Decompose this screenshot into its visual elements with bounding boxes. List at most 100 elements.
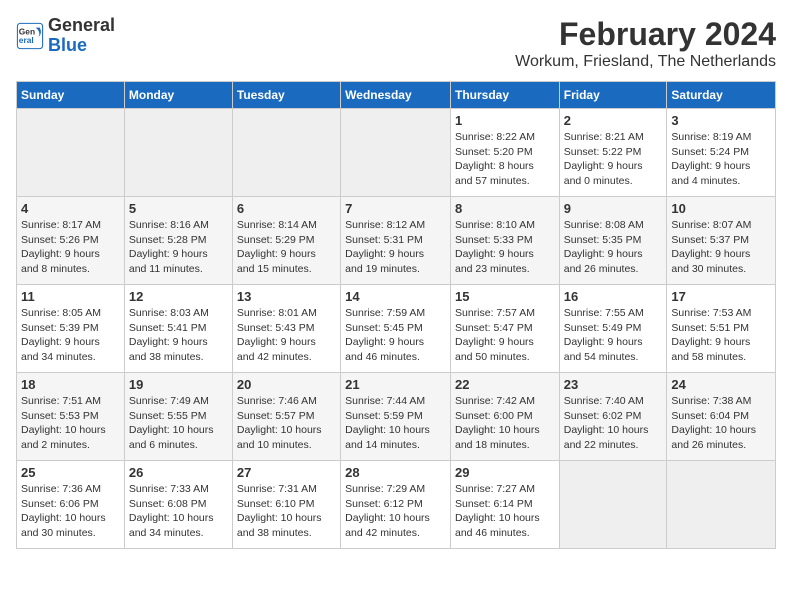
logo-line1: General (48, 16, 115, 36)
day-info: Sunrise: 8:22 AMSunset: 5:20 PMDaylight:… (455, 130, 555, 189)
day-of-week-header: Wednesday (341, 82, 451, 109)
day-number: 2 (564, 113, 663, 128)
day-number: 20 (237, 377, 336, 392)
calendar-table: SundayMondayTuesdayWednesdayThursdayFrid… (16, 81, 776, 549)
calendar-cell: 25 Sunrise: 7:36 AMSunset: 6:06 PMDayligh… (17, 461, 125, 549)
day-of-week-header: Sunday (17, 82, 125, 109)
day-number: 23 (564, 377, 663, 392)
day-info: Sunrise: 7:33 AMSunset: 6:08 PMDaylight:… (129, 482, 228, 541)
day-info: Sunrise: 8:10 AMSunset: 5:33 PMDaylight:… (455, 218, 555, 277)
logo-line2: Blue (48, 36, 115, 56)
day-info: Sunrise: 7:57 AMSunset: 5:47 PMDaylight:… (455, 306, 555, 365)
calendar-cell: 19Sunrise: 7:49 AMSunset: 5:55 PMDayligh… (124, 373, 232, 461)
day-of-week-header: Thursday (450, 82, 559, 109)
calendar-cell: 11 Sunrise: 8:05 AMSunset: 5:39 PMDayligh… (17, 285, 125, 373)
day-number: 26 (129, 465, 228, 480)
day-info: Sunrise: 7:44 AMSunset: 5:59 PMDaylight:… (345, 394, 446, 453)
day-number: 24 (671, 377, 771, 392)
calendar-cell (17, 109, 125, 197)
day-number: 5 (129, 201, 228, 216)
day-info: Sunrise: 7:59 AMSunset: 5:45 PMDaylight:… (345, 306, 446, 365)
day-info: Sunrise: 8:01 AMSunset: 5:43 PMDaylight:… (237, 306, 336, 365)
day-info: Sunrise: 7:38 AMSunset: 6:04 PMDaylight:… (671, 394, 771, 453)
day-info: Sunrise: 7:53 AMSunset: 5:51 PMDaylight:… (671, 306, 771, 365)
day-info: Sunrise: 8:03 AMSunset: 5:41 PMDaylight:… (129, 306, 228, 365)
calendar-week-row: 18Sunrise: 7:51 AMSunset: 5:53 PMDayligh… (17, 373, 776, 461)
calendar-cell: 2Sunrise: 8:21 AMSunset: 5:22 PMDaylight… (559, 109, 667, 197)
day-number: 3 (671, 113, 771, 128)
calendar-cell: 21Sunrise: 7:44 AMSunset: 5:59 PMDayligh… (341, 373, 451, 461)
day-info: Sunrise: 8:19 AMSunset: 5:24 PMDaylight:… (671, 130, 771, 189)
day-info: Sunrise: 7:29 AMSunset: 6:12 PMDaylight:… (345, 482, 446, 541)
day-info: Sunrise: 8:08 AMSunset: 5:35 PMDaylight:… (564, 218, 663, 277)
day-info: Sunrise: 8:16 AMSunset: 5:28 PMDaylight:… (129, 218, 228, 277)
calendar-cell: 16 Sunrise: 7:55 AMSunset: 5:49 PMDayligh… (559, 285, 667, 373)
calendar-cell: 7 Sunrise: 8:12 AMSunset: 5:31 PMDaylight… (341, 197, 451, 285)
month-title: February 2024 (515, 16, 776, 53)
day-info: Sunrise: 8:07 AMSunset: 5:37 PMDaylight:… (671, 218, 771, 277)
calendar-cell (667, 461, 776, 549)
day-info: Sunrise: 7:42 AMSunset: 6:00 PMDaylight:… (455, 394, 555, 453)
day-number: 22 (455, 377, 555, 392)
day-info: Sunrise: 7:31 AMSunset: 6:10 PMDaylight:… (237, 482, 336, 541)
calendar-cell (559, 461, 667, 549)
day-number: 17 (671, 289, 771, 304)
day-info: Sunrise: 7:40 AMSunset: 6:02 PMDaylight:… (564, 394, 663, 453)
calendar-cell: 10 Sunrise: 8:07 AMSunset: 5:37 PMDayligh… (667, 197, 776, 285)
page-header: Gen eral General Blue February 2024 Work… (16, 16, 776, 71)
day-info: Sunrise: 7:27 AMSunset: 6:14 PMDaylight:… (455, 482, 555, 541)
day-number: 4 (21, 201, 120, 216)
calendar-cell: 28 Sunrise: 7:29 AMSunset: 6:12 PMDayligh… (341, 461, 451, 549)
day-number: 14 (345, 289, 446, 304)
calendar-cell: 18Sunrise: 7:51 AMSunset: 5:53 PMDayligh… (17, 373, 125, 461)
day-number: 6 (237, 201, 336, 216)
day-info: Sunrise: 7:55 AMSunset: 5:49 PMDaylight:… (564, 306, 663, 365)
calendar-week-row: 4 Sunrise: 8:17 AMSunset: 5:26 PMDaylight… (17, 197, 776, 285)
svg-text:eral: eral (19, 35, 34, 45)
day-info: Sunrise: 8:05 AMSunset: 5:39 PMDaylight:… (21, 306, 120, 365)
calendar-cell: 24 Sunrise: 7:38 AMSunset: 6:04 PMDayligh… (667, 373, 776, 461)
day-number: 9 (564, 201, 663, 216)
calendar-cell: 20 Sunrise: 7:46 AMSunset: 5:57 PMDayligh… (232, 373, 340, 461)
title-area: February 2024 Workum, Friesland, The Net… (515, 16, 776, 71)
day-number: 10 (671, 201, 771, 216)
day-number: 1 (455, 113, 555, 128)
calendar-cell: 14 Sunrise: 7:59 AMSunset: 5:45 PMDayligh… (341, 285, 451, 373)
day-info: Sunrise: 8:14 AMSunset: 5:29 PMDaylight:… (237, 218, 336, 277)
day-number: 8 (455, 201, 555, 216)
calendar-cell: 22 Sunrise: 7:42 AMSunset: 6:00 PMDayligh… (450, 373, 559, 461)
day-number: 7 (345, 201, 446, 216)
logo-icon: Gen eral (16, 22, 44, 50)
calendar-week-row: 1 Sunrise: 8:22 AMSunset: 5:20 PMDaylight… (17, 109, 776, 197)
day-info: Sunrise: 8:17 AMSunset: 5:26 PMDaylight:… (21, 218, 120, 277)
location-subtitle: Workum, Friesland, The Netherlands (515, 53, 776, 71)
day-number: 11 (21, 289, 120, 304)
calendar-cell: 26 Sunrise: 7:33 AMSunset: 6:08 PMDayligh… (124, 461, 232, 549)
day-number: 13 (237, 289, 336, 304)
calendar-week-row: 11 Sunrise: 8:05 AMSunset: 5:39 PMDayligh… (17, 285, 776, 373)
calendar-cell: 17 Sunrise: 7:53 AMSunset: 5:51 PMDayligh… (667, 285, 776, 373)
calendar-cell: 8 Sunrise: 8:10 AMSunset: 5:33 PMDaylight… (450, 197, 559, 285)
calendar-body: 1 Sunrise: 8:22 AMSunset: 5:20 PMDaylight… (17, 109, 776, 549)
calendar-cell: 4 Sunrise: 8:17 AMSunset: 5:26 PMDaylight… (17, 197, 125, 285)
day-number: 16 (564, 289, 663, 304)
day-number: 19 (129, 377, 228, 392)
calendar-header-row: SundayMondayTuesdayWednesdayThursdayFrid… (17, 82, 776, 109)
day-number: 15 (455, 289, 555, 304)
day-info: Sunrise: 7:36 AMSunset: 6:06 PMDaylight:… (21, 482, 120, 541)
day-number: 29 (455, 465, 555, 480)
calendar-cell: 1 Sunrise: 8:22 AMSunset: 5:20 PMDaylight… (450, 109, 559, 197)
calendar-cell (341, 109, 451, 197)
calendar-cell (124, 109, 232, 197)
calendar-cell: 6 Sunrise: 8:14 AMSunset: 5:29 PMDaylight… (232, 197, 340, 285)
calendar-cell: 9 Sunrise: 8:08 AMSunset: 5:35 PMDaylight… (559, 197, 667, 285)
calendar-cell: 15 Sunrise: 7:57 AMSunset: 5:47 PMDayligh… (450, 285, 559, 373)
calendar-week-row: 25 Sunrise: 7:36 AMSunset: 6:06 PMDayligh… (17, 461, 776, 549)
day-number: 25 (21, 465, 120, 480)
logo: Gen eral General Blue (16, 16, 115, 56)
day-number: 28 (345, 465, 446, 480)
day-number: 12 (129, 289, 228, 304)
day-info: Sunrise: 8:12 AMSunset: 5:31 PMDaylight:… (345, 218, 446, 277)
calendar-cell: 29 Sunrise: 7:27 AMSunset: 6:14 PMDayligh… (450, 461, 559, 549)
day-info: Sunrise: 7:46 AMSunset: 5:57 PMDaylight:… (237, 394, 336, 453)
